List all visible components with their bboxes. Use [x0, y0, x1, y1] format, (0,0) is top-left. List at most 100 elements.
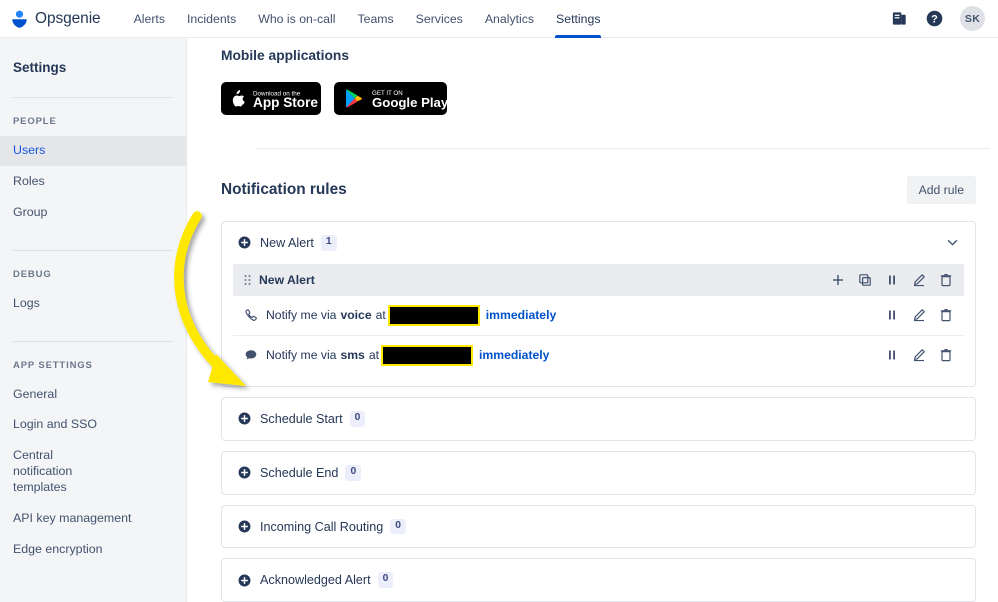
- add-circle-icon: [238, 236, 251, 249]
- sidebar-group-debug: DEBUG: [13, 268, 52, 280]
- rule-group-name: New Alert: [259, 272, 315, 287]
- rule-card-name: Schedule Start: [260, 411, 343, 426]
- add-rule-button[interactable]: Add rule: [906, 176, 976, 204]
- rule-count-badge: 0: [345, 464, 362, 481]
- redacted-phone-number-sms: [381, 344, 474, 366]
- svg-text:?: ?: [931, 14, 938, 26]
- rule-count-badge: 1: [320, 235, 337, 251]
- rule-card-header-new-alert[interactable]: New Alert 1: [222, 222, 975, 264]
- sidebar-title: Settings: [13, 60, 67, 75]
- rule-middle-sms: at: [368, 348, 380, 363]
- rule-row-text-voice: Notify me via voice at immediately: [266, 304, 557, 326]
- top-navigation-bar: Opsgenie Alerts Incidents Who is on-call…: [0, 0, 998, 38]
- page-title: Notification rules: [221, 181, 347, 198]
- sidebar-item-general[interactable]: General: [0, 380, 186, 410]
- rule-card-schedule-start[interactable]: Schedule Start 0: [221, 396, 976, 441]
- settings-sidebar: Settings PEOPLE Users Roles Group DEBUG …: [0, 38, 187, 602]
- main-nav: Alerts Incidents Who is on-call Teams Se…: [123, 0, 612, 38]
- mobile-applications-title: Mobile applications: [221, 48, 350, 63]
- edit-icon[interactable]: [912, 273, 926, 287]
- pause-icon[interactable]: [885, 273, 899, 287]
- duplicate-icon[interactable]: [858, 273, 872, 287]
- rule-timing-voice: immediately: [485, 308, 557, 323]
- delete-icon[interactable]: [939, 308, 953, 322]
- rule-card-incoming-call-routing[interactable]: Incoming Call Routing 0: [221, 504, 976, 549]
- rule-group-header: New Alert: [233, 263, 964, 296]
- chevron-down-icon[interactable]: [946, 236, 959, 249]
- nav-services[interactable]: Services: [405, 0, 474, 38]
- add-circle-icon: [238, 520, 251, 533]
- nav-alerts[interactable]: Alerts: [123, 0, 176, 38]
- help-icon[interactable]: ?: [925, 9, 944, 28]
- brand-name: Opsgenie: [35, 9, 101, 27]
- edit-icon[interactable]: [912, 348, 926, 362]
- rule-channel-sms: sms: [340, 348, 365, 363]
- delete-icon[interactable]: [939, 273, 953, 287]
- rule-middle-voice: at: [375, 308, 386, 323]
- add-circle-icon: [238, 574, 251, 587]
- pause-icon[interactable]: [885, 348, 899, 362]
- edit-icon[interactable]: [912, 308, 926, 322]
- phone-icon: [245, 309, 257, 322]
- rule-card-body: New Alert Notify me via voice at immedia…: [222, 263, 975, 386]
- sms-icon: [245, 350, 257, 360]
- nav-teams[interactable]: Teams: [346, 0, 404, 38]
- sidebar-item-login-and-sso[interactable]: Login and SSO: [0, 410, 186, 440]
- nav-settings[interactable]: Settings: [545, 0, 611, 38]
- nav-incidents[interactable]: Incidents: [176, 0, 247, 38]
- sidebar-item-central-notification-templates[interactable]: Central notification templates: [0, 441, 125, 503]
- pause-icon[interactable]: [885, 308, 899, 322]
- rule-card-header-schedule-start[interactable]: Schedule Start 0: [222, 398, 975, 440]
- rule-card-name: Schedule End: [260, 465, 339, 480]
- main-content: Mobile applications Download on the App …: [187, 38, 998, 602]
- notification-rules-header: Notification rules Add rule: [221, 176, 976, 204]
- brand[interactable]: Opsgenie: [0, 10, 101, 28]
- rule-card-header-schedule-end[interactable]: Schedule End 0: [222, 452, 975, 494]
- rule-card-acknowledged-alert[interactable]: Acknowledged Alert 0: [221, 558, 976, 602]
- rule-prefix-voice: Notify me via: [266, 308, 337, 323]
- docs-icon[interactable]: [890, 9, 909, 28]
- sidebar-item-group[interactable]: Group: [0, 198, 186, 228]
- sidebar-item-edge-encryption[interactable]: Edge encryption: [0, 535, 186, 565]
- sidebar-item-logs[interactable]: Logs: [0, 289, 186, 319]
- sidebar-item-roles[interactable]: Roles: [0, 167, 186, 197]
- rule-card-name: New Alert: [260, 235, 314, 250]
- notification-rule-row-sms: Notify me via sms at immediately: [233, 335, 964, 375]
- mobile-applications-section: Mobile applications Download on the App …: [187, 38, 998, 149]
- rule-card-schedule-end[interactable]: Schedule End 0: [221, 450, 976, 495]
- app-store-badge-big-text: App Store: [253, 95, 318, 110]
- rule-count-badge: 0: [377, 572, 394, 589]
- opsgenie-logo-icon: [12, 10, 27, 28]
- store-badges: Download on the App Store GET IT ON Goog…: [221, 82, 998, 115]
- rule-card-header-incoming-call-routing[interactable]: Incoming Call Routing 0: [222, 506, 975, 548]
- avatar[interactable]: SK: [960, 6, 985, 31]
- redacted-phone-number-voice: [387, 304, 480, 326]
- rule-card-name: Acknowledged Alert: [260, 573, 371, 588]
- rule-row-actions-voice: [885, 308, 953, 322]
- rule-row-actions-sms: [885, 348, 953, 362]
- rule-group-actions: [831, 273, 953, 287]
- google-play-badge[interactable]: GET IT ON Google Play: [334, 82, 447, 115]
- nav-analytics[interactable]: Analytics: [474, 0, 545, 38]
- sidebar-item-api-key-management[interactable]: API key management: [0, 504, 186, 534]
- app-store-badge[interactable]: Download on the App Store: [221, 82, 321, 115]
- drag-handle-icon[interactable]: [244, 274, 251, 286]
- rule-count-badge: 0: [349, 410, 366, 427]
- rule-channel-voice: voice: [340, 308, 372, 323]
- rule-count-badge: 0: [390, 518, 406, 535]
- rule-prefix-sms: Notify me via: [266, 348, 337, 363]
- add-circle-icon: [238, 412, 251, 425]
- notification-rules-section: Notification rules Add rule New Alert 1: [187, 149, 998, 602]
- sidebar-group-app-settings: APP SETTINGS: [13, 359, 93, 371]
- sidebar-group-people: PEOPLE: [13, 116, 57, 127]
- add-circle-icon: [238, 466, 251, 479]
- rule-card-name: Incoming Call Routing: [260, 519, 384, 534]
- nav-who-is-on-call[interactable]: Who is on-call: [247, 0, 346, 38]
- sidebar-item-users[interactable]: Users: [0, 136, 186, 166]
- opsgenie-settings-page: Opsgenie Alerts Incidents Who is on-call…: [0, 0, 998, 602]
- add-icon[interactable]: [831, 273, 845, 287]
- rule-timing-sms: immediately: [479, 348, 550, 363]
- delete-icon[interactable]: [939, 348, 953, 362]
- rule-card-header-acknowledged-alert[interactable]: Acknowledged Alert 0: [222, 559, 975, 601]
- rule-card-new-alert: New Alert 1 New Alert Notify me via voic…: [221, 221, 976, 387]
